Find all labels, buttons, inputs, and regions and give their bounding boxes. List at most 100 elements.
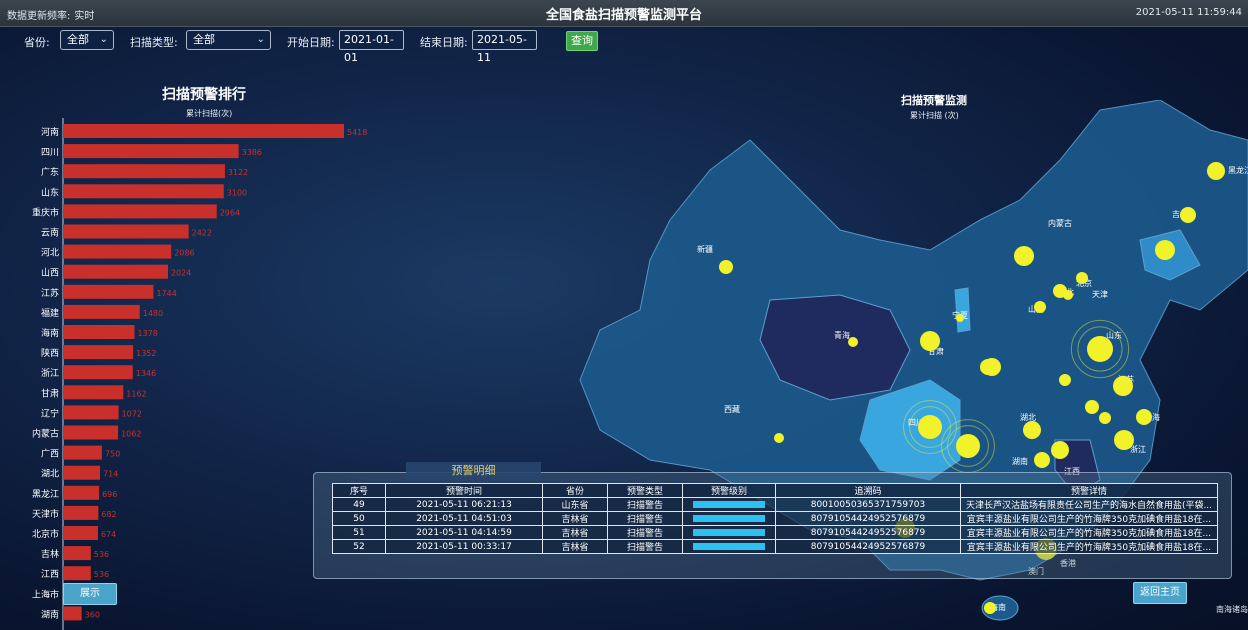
bar-value-label: 536 (94, 570, 109, 579)
map-scan-dot[interactable] (1155, 240, 1175, 260)
table-row[interactable]: 50 2021-05-11 04:51:03 吉林省 扫描警告 80791054… (332, 511, 1218, 526)
map-scan-dot[interactable] (1114, 430, 1134, 450)
province-select[interactable]: 全部 ⌄ (60, 30, 114, 50)
row-code: 80791054424952576879 (775, 539, 961, 554)
bar[interactable] (63, 144, 239, 159)
bar[interactable] (63, 606, 82, 621)
bar-value-label: 3122 (228, 168, 248, 177)
map-scan-dot[interactable] (1076, 272, 1088, 284)
bar[interactable] (63, 184, 224, 199)
warning-detail-tab[interactable]: 预警明细 (406, 462, 541, 480)
map-scan-dot[interactable] (1053, 284, 1067, 298)
map-scan-dot[interactable] (984, 602, 996, 614)
region-ningxia[interactable] (954, 287, 971, 333)
bar[interactable] (63, 304, 140, 319)
map-scan-dot[interactable] (1023, 421, 1041, 439)
bar[interactable] (63, 124, 344, 138)
bar[interactable] (63, 204, 217, 219)
map-scan-dot[interactable] (1136, 409, 1152, 425)
bar[interactable] (63, 505, 99, 520)
bar[interactable] (63, 526, 98, 540)
bar[interactable] (63, 485, 100, 500)
bar-category-label: 福建 (41, 307, 59, 319)
bar[interactable] (63, 566, 91, 581)
table-row[interactable]: 52 2021-05-11 00:33:17 吉林省 扫描警告 80791054… (332, 539, 1218, 554)
map-scan-dot[interactable] (920, 331, 940, 351)
bar[interactable] (63, 164, 225, 179)
bar-category-label: 吉林 (41, 548, 59, 560)
table-row[interactable]: 51 2021-05-11 04:14:59 吉林省 扫描警告 80791054… (332, 525, 1218, 540)
map-scan-dot[interactable] (1207, 162, 1225, 180)
bar[interactable] (63, 385, 124, 400)
map-scan-dot[interactable] (980, 359, 996, 375)
map-province-label: 西藏 (724, 404, 740, 414)
column-header: 序号 (332, 483, 386, 498)
bar[interactable] (63, 365, 133, 380)
bar-value-label: 674 (101, 530, 116, 539)
map-scan-dot[interactable] (1085, 400, 1099, 414)
bar-value-label: 1062 (121, 430, 141, 439)
bar[interactable] (63, 325, 135, 339)
map-scan-dot[interactable] (1034, 301, 1046, 313)
level-bar (693, 500, 765, 508)
bar-value-label: 1072 (122, 409, 142, 418)
bar-category-label: 上海市 (32, 588, 59, 600)
bar-category-label: 辽宁 (41, 407, 59, 419)
level-bar (693, 542, 765, 550)
bar-value-label: 1480 (143, 309, 163, 318)
bar[interactable] (63, 546, 91, 561)
map-scan-dot[interactable] (918, 415, 942, 439)
row-detail: 宜宾丰源盐业有限公司生产的竹海牌350克加碘食用盐18在... (960, 511, 1218, 526)
bar-category-label: 海南 (41, 327, 59, 339)
map-scan-dot[interactable] (1014, 246, 1034, 266)
bar-value-label: 2964 (220, 208, 240, 217)
bar[interactable] (63, 465, 101, 480)
page-title: 全国食盐扫描预警监测平台 (545, 8, 702, 23)
bar[interactable] (63, 244, 172, 259)
map-scan-dot[interactable] (1059, 374, 1071, 386)
end-date-label: 结束日期: (420, 36, 468, 49)
show-button[interactable]: 展示 (63, 583, 117, 605)
bar[interactable] (63, 284, 154, 299)
map-scan-dot[interactable] (1180, 207, 1196, 223)
row-code: 80010050365371759703 (775, 497, 961, 512)
bar-category-label: 重庆市 (32, 206, 59, 218)
table-row[interactable]: 49 2021-05-11 06:21:13 山东省 扫描警告 80010050… (332, 497, 1218, 512)
row-type: 扫描警告 (607, 497, 683, 512)
row-type: 扫描警告 (607, 539, 683, 554)
bar-category-label: 甘肃 (41, 387, 59, 399)
map-scan-dot[interactable] (1113, 376, 1133, 396)
bar-value-label: 5418 (347, 128, 367, 137)
start-date-label: 开始日期: (287, 36, 335, 49)
row-level (682, 539, 776, 554)
map-scan-dot[interactable] (956, 434, 980, 458)
map-scan-dot[interactable] (1034, 452, 1050, 468)
bar[interactable] (63, 405, 119, 420)
map-scan-dot[interactable] (774, 433, 784, 443)
map-scan-dot[interactable] (956, 314, 964, 322)
map-province-label: 湖南 (1012, 456, 1028, 466)
bar[interactable] (63, 345, 134, 360)
map-scan-dot[interactable] (719, 260, 733, 274)
row-type: 扫描警告 (607, 511, 683, 526)
bar[interactable] (63, 445, 102, 460)
back-home-button[interactable]: 返回主页 (1133, 582, 1187, 604)
map-scan-dot[interactable] (1051, 441, 1069, 459)
bar[interactable] (63, 425, 119, 440)
row-no: 51 (332, 525, 386, 540)
scan-type-select[interactable]: 全部 ⌄ (186, 30, 271, 50)
row-level (682, 525, 776, 540)
bar-category-label: 广西 (41, 448, 59, 460)
bar[interactable] (63, 224, 189, 239)
map-scan-dot[interactable] (1099, 412, 1111, 424)
map-scan-dot[interactable] (1087, 336, 1113, 362)
start-date-input[interactable]: 2021-01-01 (339, 30, 404, 64)
clock: 2021-05-11 11:59:44 (1135, 7, 1242, 18)
row-detail: 天津长芦汉沽盐场有限责任公司生产的海水自然食用盐(平袋... (960, 497, 1218, 512)
map-scan-dot[interactable] (848, 337, 858, 347)
bar-value-label: 3100 (227, 188, 247, 197)
end-date-input[interactable]: 2021-05-11 (472, 30, 537, 64)
query-button[interactable]: 查询 (566, 31, 598, 51)
row-level (682, 511, 776, 526)
bar[interactable] (63, 264, 168, 279)
